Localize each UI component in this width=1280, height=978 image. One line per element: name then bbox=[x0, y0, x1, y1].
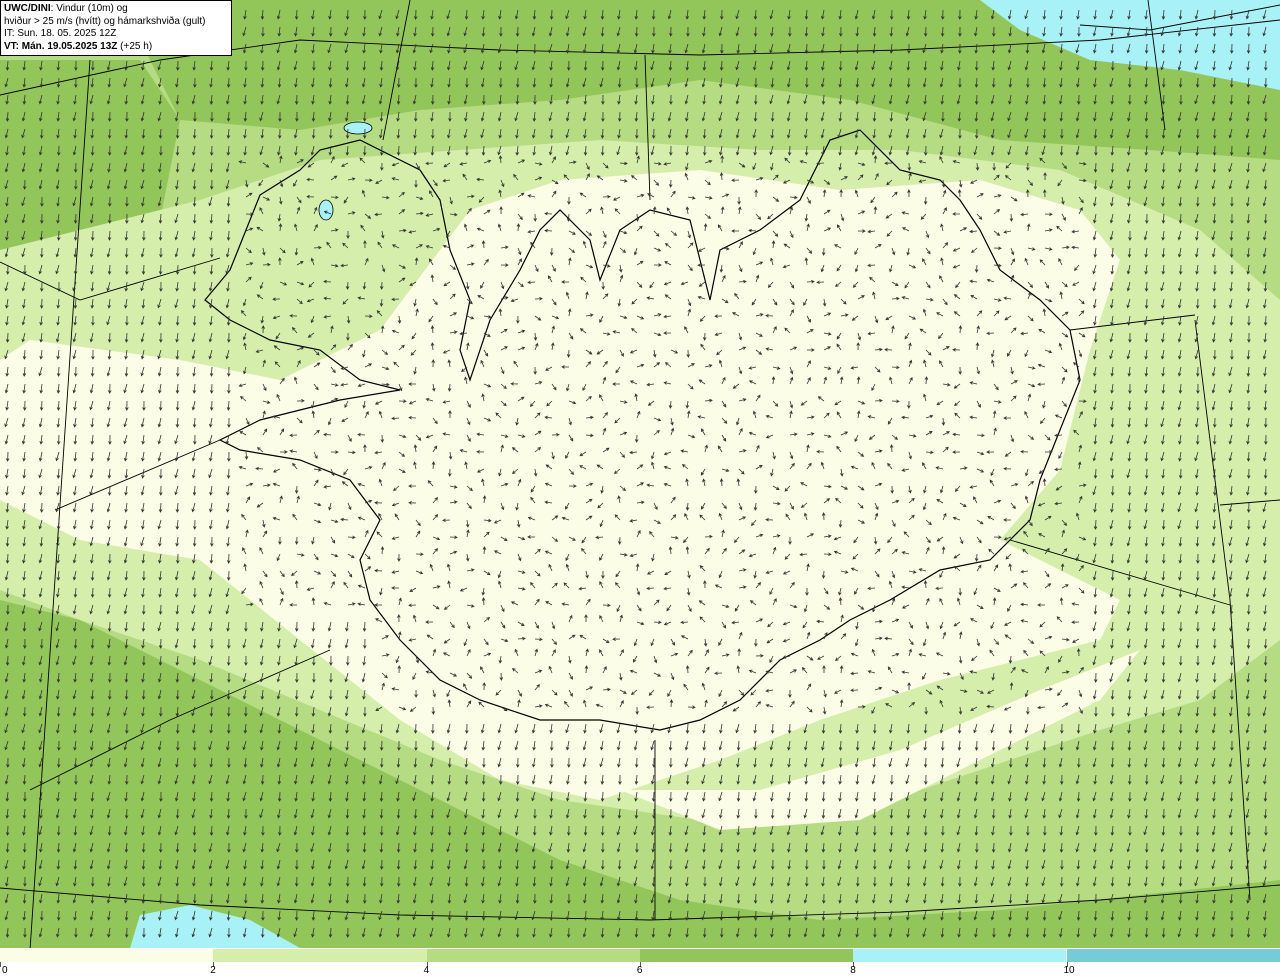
valid-time-offset: (+25 h) bbox=[117, 40, 153, 52]
legend-bin-1 bbox=[213, 949, 427, 962]
legend-bin-5 bbox=[1066, 949, 1280, 962]
legend-tick-label: 2 bbox=[210, 965, 216, 976]
legend-bin-4 bbox=[853, 949, 1067, 962]
legend-bin-0 bbox=[0, 949, 214, 962]
title-line-2: hviður > 25 m/s (hvítt) og hámarkshviða … bbox=[4, 15, 206, 27]
legend-bin-3 bbox=[639, 949, 854, 962]
valid-time: VT: Mán. 19.05.2025 13Z (+25 h) bbox=[4, 41, 228, 54]
legend-tick-label: 6 bbox=[636, 965, 643, 976]
wind-map bbox=[0, 0, 1280, 948]
legend-tick bbox=[0, 962, 1, 967]
legend-tick-label: 0 bbox=[2, 965, 8, 976]
legend-bin-2 bbox=[426, 949, 640, 962]
map-title-box: UWC/DINI: Vindur (10m) og hviður > 25 m/… bbox=[0, 0, 232, 56]
title-line-1: UWC/DINI: Vindur (10m) og bbox=[4, 3, 228, 16]
init-time: IT: Sun. 18. 05. 2025 12Z bbox=[4, 28, 117, 39]
valid-time-main: VT: Mán. 19.05.2025 13Z bbox=[4, 40, 118, 52]
title-line-1-rest: : Vindur (10m) og bbox=[50, 3, 128, 14]
lake-2 bbox=[318, 199, 334, 221]
legend-tick-label: 8 bbox=[850, 965, 856, 976]
product-name: UWC/DINI bbox=[4, 3, 51, 14]
legend-tick-label: 10 bbox=[1063, 965, 1075, 976]
color-legend: 0 2 4 6 8 10 bbox=[0, 948, 1280, 978]
legend-tick-label: 4 bbox=[423, 965, 430, 976]
